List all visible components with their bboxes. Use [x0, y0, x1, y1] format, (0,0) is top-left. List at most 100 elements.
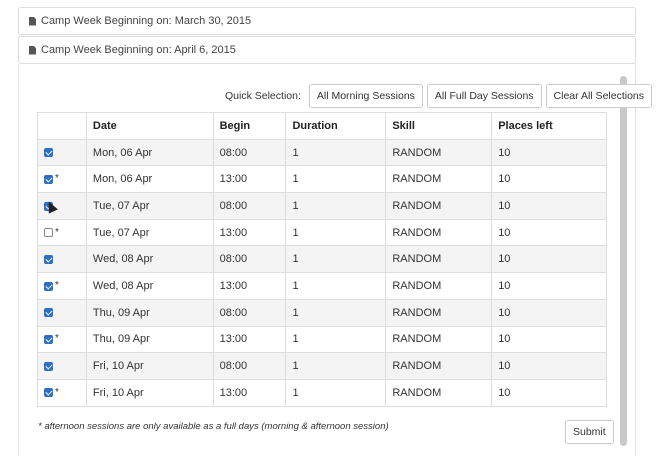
camp-week-label: Camp Week Beginning on: April 6, 2015	[41, 44, 236, 56]
duration-cell: 1	[285, 325, 387, 354]
column-header-duration: Duration	[285, 112, 387, 140]
skill-cell: RANDOM	[385, 378, 493, 407]
table-row: * Mon, 06 Apr 13:00 1 RANDOM 10	[37, 165, 607, 194]
begin-cell: 13:00	[212, 272, 287, 300]
sessions-table: Date Begin Duration Skill Places left Mo…	[37, 112, 607, 407]
table-row: * Thu, 09 Apr 13:00 1 RANDOM 10	[37, 325, 607, 354]
session-checkbox[interactable]	[44, 254, 53, 264]
duration-cell: 1	[285, 165, 387, 194]
afternoon-footnote: * afternoon sessions are only available …	[38, 421, 389, 432]
begin-cell: 08:00	[212, 192, 287, 220]
date-cell: Thu, 09 Apr	[85, 325, 214, 354]
select-cell	[37, 352, 87, 380]
table-row: * Tue, 07 Apr 13:00 1 RANDOM 10	[37, 218, 607, 247]
begin-cell: 08:00	[212, 298, 287, 327]
select-cell: *	[37, 165, 87, 194]
afternoon-asterisk: *	[55, 279, 59, 291]
skill-cell: RANDOM	[385, 352, 493, 380]
skill-cell: RANDOM	[385, 298, 493, 327]
select-cell: *	[37, 218, 87, 247]
duration-cell: 1	[285, 218, 387, 247]
all-morning-sessions-button[interactable]: All Morning Sessions	[308, 84, 423, 108]
date-cell: Wed, 08 Apr	[85, 272, 214, 300]
places-left-cell: 10	[491, 298, 607, 327]
date-cell: Wed, 08 Apr	[85, 245, 214, 274]
begin-cell: 08:00	[212, 352, 287, 380]
column-header-places-left: Places left	[491, 112, 607, 140]
session-checkbox[interactable]	[44, 388, 53, 398]
all-full-day-sessions-button[interactable]: All Full Day Sessions	[426, 84, 542, 108]
begin-cell: 08:00	[212, 245, 287, 274]
begin-cell: 13:00	[212, 378, 287, 407]
places-left-cell: 10	[491, 138, 607, 167]
afternoon-asterisk: *	[55, 173, 59, 185]
begin-cell: 13:00	[212, 325, 287, 354]
date-cell: Fri, 10 Apr	[85, 352, 214, 380]
places-left-cell: 10	[491, 352, 607, 380]
session-checkbox[interactable]	[44, 174, 53, 184]
skill-cell: RANDOM	[385, 138, 493, 167]
date-cell: Tue, 07 Apr	[85, 218, 214, 247]
skill-cell: RANDOM	[385, 325, 493, 354]
places-left-cell: 10	[491, 245, 607, 274]
places-left-cell: 10	[491, 192, 607, 220]
duration-cell: 1	[285, 378, 387, 407]
begin-cell: 13:00	[212, 218, 287, 247]
date-cell: Mon, 06 Apr	[85, 165, 214, 194]
afternoon-asterisk: *	[55, 333, 59, 345]
session-checkbox[interactable]	[44, 228, 53, 238]
skill-cell: RANDOM	[385, 192, 493, 220]
places-left-cell: 10	[491, 165, 607, 194]
table-row: Wed, 08 Apr 08:00 1 RANDOM 10	[37, 245, 607, 274]
select-cell: *	[37, 325, 87, 354]
submit-button[interactable]: Submit	[565, 420, 614, 444]
session-checkbox[interactable]	[44, 281, 53, 291]
places-left-cell: 10	[491, 218, 607, 247]
table-row: Tue, 07 Apr 08:00 1 RANDOM 10	[37, 192, 607, 220]
session-checkbox[interactable]	[44, 148, 53, 158]
begin-cell: 08:00	[212, 138, 287, 167]
date-cell: Tue, 07 Apr	[85, 192, 214, 220]
camp-week-label: Camp Week Beginning on: March 30, 2015	[41, 15, 252, 27]
camp-week-panel-march-30[interactable]: Camp Week Beginning on: March 30, 2015	[18, 7, 636, 35]
skill-cell: RANDOM	[385, 245, 493, 274]
column-header-select	[37, 112, 87, 140]
afternoon-asterisk: *	[55, 386, 59, 398]
table-row: Fri, 10 Apr 08:00 1 RANDOM 10	[37, 352, 607, 380]
duration-cell: 1	[285, 245, 387, 274]
select-cell	[37, 298, 87, 327]
skill-cell: RANDOM	[385, 165, 493, 194]
begin-cell: 13:00	[212, 165, 287, 194]
afternoon-asterisk: *	[55, 226, 59, 238]
select-cell: *	[37, 378, 87, 407]
select-cell	[37, 245, 87, 274]
date-cell: Thu, 09 Apr	[85, 298, 214, 327]
skill-cell: RANDOM	[385, 272, 493, 300]
skill-cell: RANDOM	[385, 218, 493, 247]
table-row: * Fri, 10 Apr 13:00 1 RANDOM 10	[37, 378, 607, 407]
session-checkbox[interactable]	[44, 361, 53, 371]
column-header-date: Date	[85, 112, 214, 140]
duration-cell: 1	[285, 138, 387, 167]
scrollbar[interactable]	[620, 76, 627, 446]
session-checkbox[interactable]	[44, 308, 53, 318]
camp-week-panel-april-6[interactable]: Camp Week Beginning on: April 6, 2015	[18, 36, 636, 64]
duration-cell: 1	[285, 192, 387, 220]
duration-cell: 1	[285, 352, 387, 380]
places-left-cell: 10	[491, 325, 607, 354]
session-checkbox[interactable]	[44, 334, 53, 344]
column-header-begin: Begin	[212, 112, 287, 140]
date-cell: Mon, 06 Apr	[85, 138, 214, 167]
duration-cell: 1	[285, 272, 387, 300]
table-row: Thu, 09 Apr 08:00 1 RANDOM 10	[37, 298, 607, 327]
table-row: * Wed, 08 Apr 13:00 1 RANDOM 10	[37, 272, 607, 300]
select-cell: *	[37, 272, 87, 300]
date-cell: Fri, 10 Apr	[85, 378, 214, 407]
places-left-cell: 10	[491, 378, 607, 407]
column-header-skill: Skill	[385, 112, 493, 140]
quick-selection-label: Quick Selection:	[225, 90, 301, 102]
duration-cell: 1	[285, 298, 387, 327]
quick-selection-bar: Quick Selection: All Morning Sessions Al…	[225, 84, 653, 108]
clear-all-selections-button[interactable]: Clear All Selections	[545, 84, 653, 108]
select-cell	[37, 138, 87, 167]
